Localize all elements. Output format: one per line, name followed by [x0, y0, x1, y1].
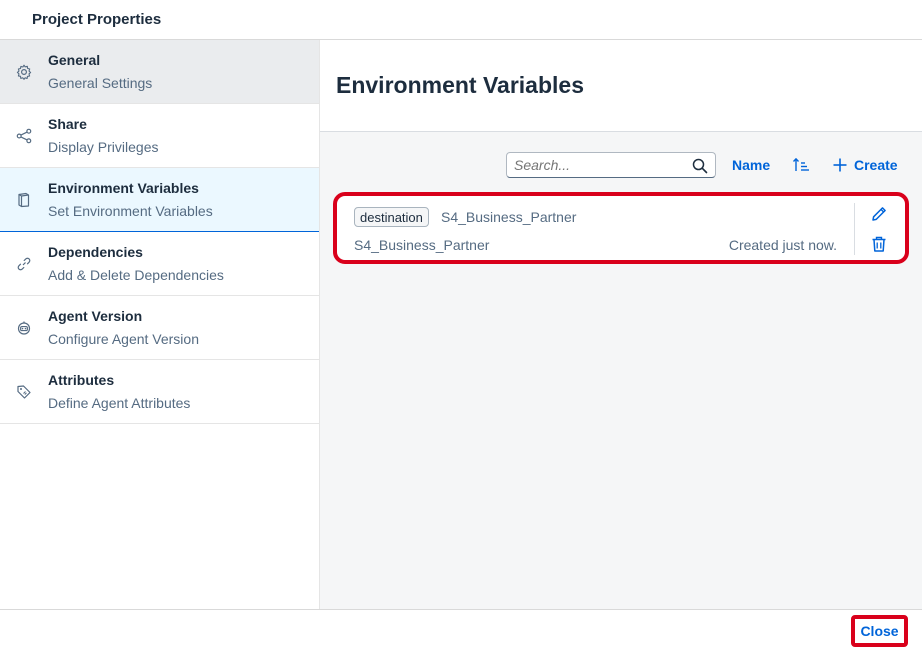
- sidebar-item-share[interactable]: Share Display Privileges: [0, 104, 319, 168]
- sidebar-item-title: Environment Variables: [48, 180, 199, 196]
- sort-ascending-icon[interactable]: [791, 155, 811, 175]
- dialog-footer: Close: [0, 609, 922, 648]
- variable-name: S4_Business_Partner: [441, 209, 577, 225]
- dialog-header: Project Properties: [0, 0, 922, 40]
- dialog-title: Project Properties: [32, 11, 162, 28]
- sidebar-item-title: Dependencies: [48, 244, 143, 260]
- search-input[interactable]: [514, 157, 684, 173]
- sidebar-item-subtitle: Add & Delete Dependencies: [48, 267, 224, 283]
- sidebar-item-title: Share: [48, 116, 87, 132]
- sidebar-item-subtitle: Display Privileges: [48, 139, 159, 155]
- delete-icon[interactable]: [870, 235, 888, 253]
- sidebar-item-environment-variables[interactable]: Environment Variables Set Environment Va…: [0, 168, 319, 232]
- sidebar-item-agent-version[interactable]: Agent Version Configure Agent Version: [0, 296, 319, 360]
- create-button-label: Create: [854, 157, 898, 173]
- tag-icon: [15, 383, 33, 401]
- sidebar-item-subtitle: Configure Agent Version: [48, 331, 199, 347]
- sidebar: General General Settings Share Display P…: [0, 40, 320, 609]
- link-icon: [15, 255, 33, 273]
- create-button[interactable]: Create: [832, 157, 898, 173]
- sort-by-name-button[interactable]: Name: [732, 157, 770, 173]
- sidebar-item-title: General: [48, 52, 101, 68]
- close-button[interactable]: Close: [851, 615, 908, 647]
- sidebar-item-attributes[interactable]: Attributes Define Agent Attributes: [0, 360, 319, 424]
- document-icon: [15, 191, 33, 209]
- search-field[interactable]: [506, 152, 716, 178]
- content-header: Environment Variables: [320, 40, 922, 132]
- variable-description: S4_Business_Partner: [354, 237, 490, 253]
- gear-icon: [15, 63, 33, 81]
- sidebar-item-title: Attributes: [48, 372, 115, 388]
- main-content: Environment Variables Name Create destin…: [320, 40, 922, 609]
- variable-type-tag: destination: [354, 207, 429, 227]
- search-icon[interactable]: [691, 157, 709, 175]
- robot-icon: [15, 319, 33, 337]
- sidebar-item-general[interactable]: General General Settings: [0, 40, 319, 104]
- share-icon: [15, 127, 33, 145]
- environment-variable-card[interactable]: destination S4_Business_Partner S4_Busin…: [333, 192, 909, 264]
- project-properties-dialog: Project Properties General General Setti…: [0, 0, 922, 648]
- sidebar-item-subtitle: Define Agent Attributes: [48, 395, 191, 411]
- plus-icon: [833, 158, 847, 172]
- card-divider: [854, 203, 855, 255]
- toolbar: Name Create: [320, 152, 922, 178]
- sidebar-item-subtitle: General Settings: [48, 75, 153, 91]
- sidebar-item-subtitle: Set Environment Variables: [48, 203, 213, 219]
- page-title: Environment Variables: [336, 72, 584, 98]
- edit-icon[interactable]: [870, 205, 888, 223]
- sidebar-item-dependencies[interactable]: Dependencies Add & Delete Dependencies: [0, 232, 319, 296]
- variable-created-time: Created just now.: [728, 237, 837, 253]
- sidebar-item-title: Agent Version: [48, 308, 143, 324]
